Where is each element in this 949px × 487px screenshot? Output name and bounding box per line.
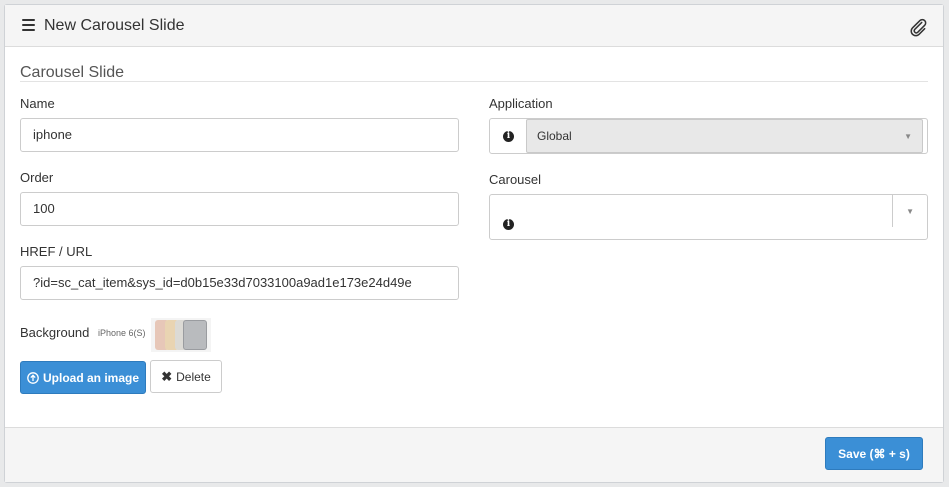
close-icon: ✖ [161, 368, 173, 384]
background-label: Background [20, 325, 90, 340]
form-panel: New Carousel Slide Carousel Slide Name i… [4, 4, 944, 483]
order-label: Order [20, 170, 54, 185]
save-button-label: Save (⌘ + s) [838, 446, 910, 461]
application-select-field[interactable]: Global ▼ [526, 119, 923, 153]
href-label: HREF / URL [20, 244, 93, 259]
upload-button-label: Upload an image [42, 370, 140, 385]
chevron-down-icon: ▼ [904, 132, 912, 141]
info-icon[interactable]: i [503, 219, 514, 230]
delete-button[interactable]: ✖ Delete [150, 360, 222, 393]
info-icon[interactable]: i [503, 131, 514, 142]
upload-image-button[interactable]: Upload an image [20, 361, 146, 394]
page-title: New Carousel Slide [44, 17, 185, 34]
select-divider [892, 195, 893, 227]
name-label: Name [20, 96, 55, 111]
section-title: Carousel Slide [20, 64, 125, 81]
application-label: Application [489, 96, 553, 111]
application-select[interactable]: i Global ▼ [489, 118, 928, 154]
carousel-label: Carousel [489, 172, 542, 187]
save-button[interactable]: Save (⌘ + s) [825, 437, 923, 470]
panel-header: New Carousel Slide [5, 5, 943, 47]
panel-footer: Save (⌘ + s) [5, 427, 943, 482]
paperclip-icon[interactable] [907, 17, 929, 37]
application-select-value: Global [537, 129, 572, 143]
name-input[interactable]: iphone [20, 118, 459, 152]
section-divider [20, 81, 928, 82]
carousel-select[interactable]: i ▼ [489, 194, 928, 240]
hamburger-menu-icon[interactable] [22, 19, 35, 31]
href-input[interactable]: ?id=sc_cat_item&sys_id=d0b15e33d7033100a… [20, 266, 459, 300]
background-image-caption: iPhone 6(S) [98, 328, 146, 338]
delete-button-label: Delete [176, 369, 211, 384]
chevron-down-icon: ▼ [906, 207, 914, 216]
upload-icon [27, 371, 39, 384]
background-thumbnail [151, 318, 211, 352]
order-input[interactable]: 100 [20, 192, 459, 226]
